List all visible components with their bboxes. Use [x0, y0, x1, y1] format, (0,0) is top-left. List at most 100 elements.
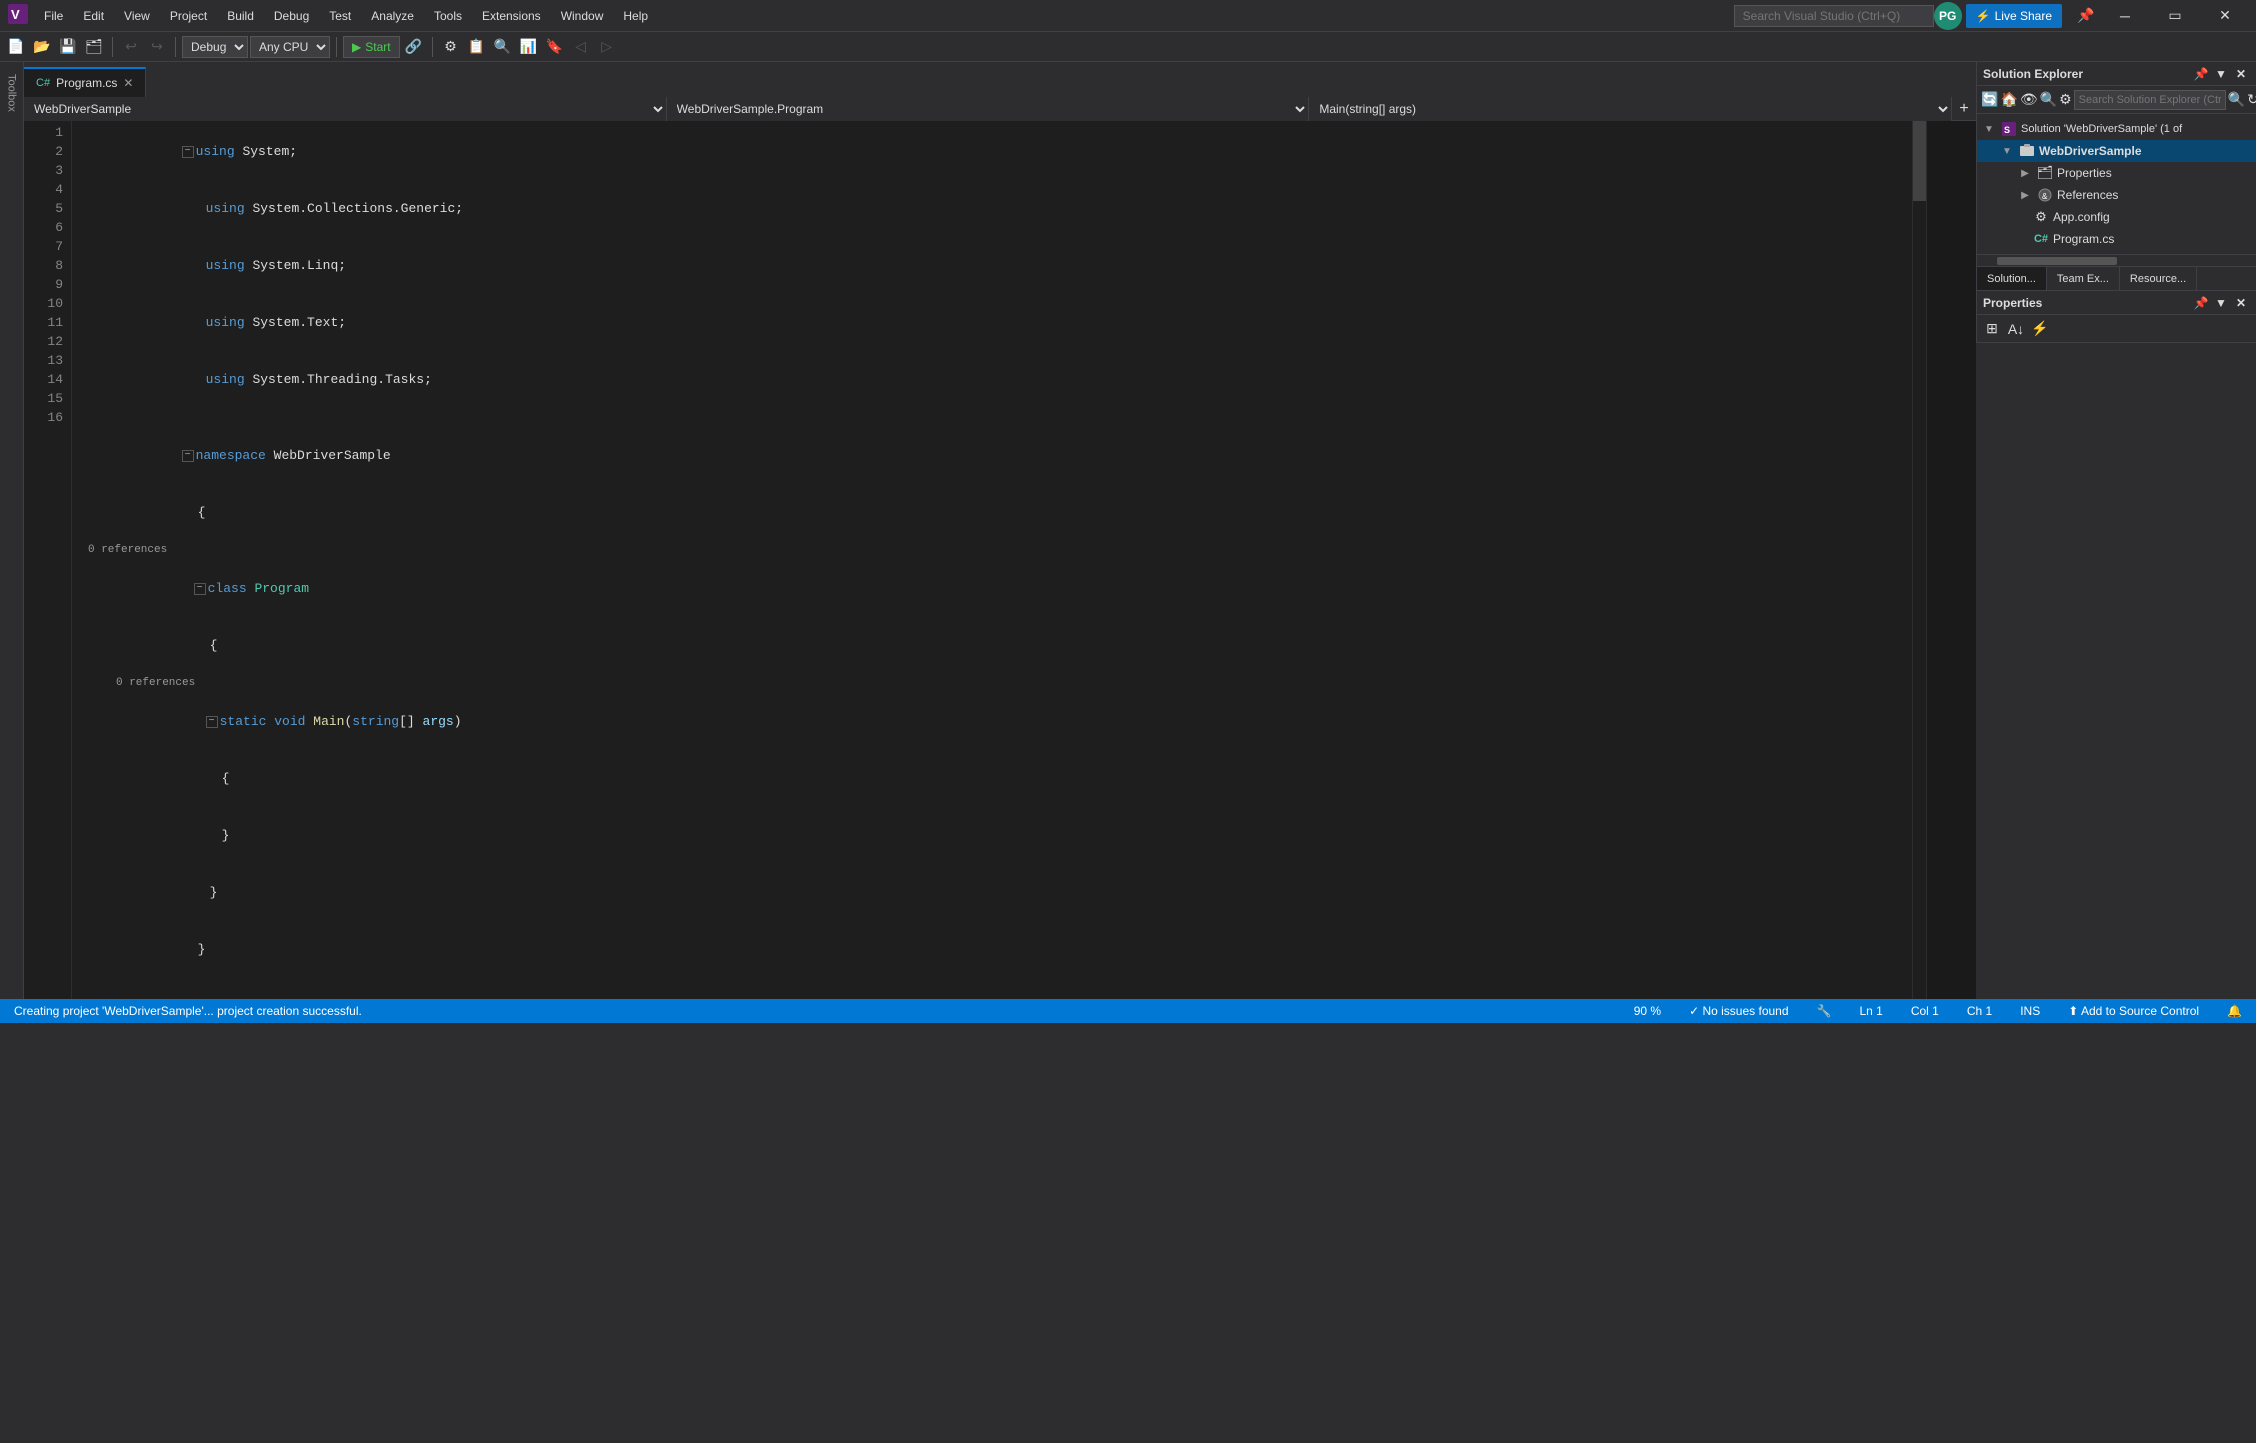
profile-avatar[interactable]: PG [1934, 2, 1962, 30]
editor-scrollbar[interactable] [1912, 121, 1926, 999]
attach-btn[interactable]: 🔗 [402, 35, 426, 59]
se-filter-btn[interactable]: 🔍 [2040, 88, 2057, 112]
redo-btn[interactable]: ↪ [145, 35, 169, 59]
collapse-7[interactable]: − [182, 450, 194, 462]
props-pin-btn[interactable]: 📌 [2192, 294, 2210, 312]
menu-window[interactable]: Window [551, 5, 614, 27]
menu-tools[interactable]: Tools [424, 5, 472, 27]
se-search-input[interactable] [2074, 90, 2226, 110]
collapse-9[interactable]: − [194, 583, 206, 595]
tree-item-project[interactable]: ▼ WebDriverSample [1977, 140, 2256, 162]
menu-debug[interactable]: Debug [264, 5, 319, 27]
props-alphabetical-btn[interactable]: A↓ [2005, 318, 2027, 340]
se-settings-btn[interactable]: ⚙ [2059, 88, 2072, 112]
nav-member-dropdown[interactable]: Main(string[] args) [1309, 97, 1952, 121]
tab-resources[interactable]: Resource... [2120, 267, 2197, 290]
save-btn[interactable]: 💾 [56, 35, 80, 59]
tab-solution[interactable]: Solution... [1977, 267, 2047, 290]
notification-icon[interactable]: 🔔 [2221, 1004, 2248, 1018]
issues-text: No issues found [1702, 1004, 1788, 1018]
ch-indicator[interactable]: Ch 1 [1961, 1004, 1998, 1018]
line-num-10: 10 [32, 294, 63, 313]
nav-add-button[interactable]: + [1952, 97, 1976, 121]
pin-button[interactable]: 📌 [2074, 4, 2098, 28]
code-line-7: −namespace WebDriverSample [88, 427, 1912, 484]
toolbar-btn-3[interactable]: 🔍 [491, 35, 515, 59]
toolbar-btn-4[interactable]: 📊 [517, 35, 541, 59]
se-dropdown-btn[interactable]: ▼ [2212, 65, 2230, 83]
menu-build[interactable]: Build [217, 5, 264, 27]
menu-test[interactable]: Test [319, 5, 361, 27]
tab-team-explorer[interactable]: Team Ex... [2047, 267, 2120, 290]
code-line-14: } [88, 864, 1912, 921]
no-issues: ✓ No issues found [1683, 1004, 1794, 1018]
toolbar-btn-2[interactable]: 📋 [465, 35, 489, 59]
props-dropdown-btn[interactable]: ▼ [2212, 294, 2230, 312]
tree-item-references[interactable]: ▶ & References [1977, 184, 2256, 206]
menu-edit[interactable]: Edit [73, 5, 114, 27]
expand-references[interactable]: ▶ [2017, 187, 2033, 203]
menu-analyze[interactable]: Analyze [361, 5, 424, 27]
nav-class-dropdown[interactable]: WebDriverSample.Program [667, 97, 1310, 121]
code-line-10: { [88, 617, 1912, 674]
close-button[interactable]: ✕ [2202, 0, 2248, 32]
program-cs-tab[interactable]: C# Program.cs ✕ [24, 67, 146, 97]
open-btn[interactable]: 📂 [30, 35, 54, 59]
debug-config-dropdown[interactable]: Debug [182, 36, 248, 58]
menu-file[interactable]: File [34, 5, 73, 27]
scrollbar-thumb [1913, 121, 1926, 201]
tab-close-btn[interactable]: ✕ [123, 76, 133, 90]
toolbar-btn-6[interactable]: ◁ [569, 35, 593, 59]
se-close-btn[interactable]: ✕ [2232, 65, 2250, 83]
zoom-level[interactable]: 90 % [1628, 1004, 1667, 1018]
expand-solution[interactable]: ▼ [1981, 121, 1997, 137]
se-show-all-btn[interactable]: 👁 [2020, 88, 2038, 112]
tree-item-solution[interactable]: ▼ S Solution 'WebDriverSample' (1 of [1977, 118, 2256, 140]
menu-extensions[interactable]: Extensions [472, 5, 551, 27]
title-search-input[interactable] [1734, 5, 1934, 27]
se-pin-btn[interactable]: 📌 [2192, 65, 2210, 83]
ln-indicator[interactable]: Ln 1 [1853, 1004, 1888, 1018]
toolbar-btn-1[interactable]: ⚙ [439, 35, 463, 59]
toolbox-label[interactable]: Toolbox [6, 74, 18, 112]
code-content[interactable]: −using System; using System.Collections.… [72, 121, 1912, 999]
tree-item-programcs[interactable]: C# Program.cs [1977, 228, 2256, 250]
start-button[interactable]: ▶ Start [343, 36, 400, 58]
add-source-control[interactable]: ⬆ Add to Source Control [2062, 1004, 2205, 1018]
se-hscroll[interactable] [1977, 254, 2256, 266]
props-close-btn[interactable]: ✕ [2232, 294, 2250, 312]
props-categorized-btn[interactable]: ⊞ [1981, 318, 2003, 340]
tree-item-properties[interactable]: ▶ 🗂 Properties [1977, 162, 2256, 184]
se-title: Solution Explorer [1983, 67, 2083, 81]
se-refresh2-btn[interactable]: ↻ [2247, 88, 2256, 112]
code-line-6 [88, 408, 1912, 427]
start-label: Start [365, 40, 390, 54]
menu-project[interactable]: Project [160, 5, 217, 27]
col-indicator[interactable]: Col 1 [1905, 1004, 1945, 1018]
se-home-btn[interactable]: 🏠 [2000, 88, 2017, 112]
maximize-button[interactable]: ▭ [2152, 0, 2198, 32]
se-search-icon-btn[interactable]: 🔍 [2228, 88, 2245, 112]
toolbar-btn-7[interactable]: ▷ [595, 35, 619, 59]
ins-indicator[interactable]: INS [2014, 1004, 2046, 1018]
minimize-button[interactable]: ─ [2102, 0, 2148, 32]
menu-view[interactable]: View [114, 5, 160, 27]
save-all-btn[interactable]: 🗂 [82, 35, 106, 59]
expand-project[interactable]: ▼ [1999, 143, 2015, 159]
errors-status[interactable]: 🔧 [1811, 1004, 1838, 1018]
platform-dropdown[interactable]: Any CPU [250, 36, 330, 58]
toolbar-btn-5[interactable]: 🔖 [543, 35, 567, 59]
collapse-11[interactable]: − [206, 716, 218, 728]
se-refresh-btn[interactable]: 🔄 [1981, 88, 1998, 112]
collapse-1[interactable]: − [182, 146, 194, 158]
nav-project-dropdown[interactable]: WebDriverSample [24, 97, 667, 121]
undo-btn[interactable]: ↩ [119, 35, 143, 59]
tree-item-appconfig[interactable]: ⚙ App.config [1977, 206, 2256, 228]
new-project-btn[interactable]: 📄 [4, 35, 28, 59]
menu-help[interactable]: Help [613, 5, 658, 27]
live-share-button[interactable]: ⚡ Live Share [1966, 4, 2062, 28]
expand-properties[interactable]: ▶ [2017, 165, 2033, 181]
props-events-btn[interactable]: ⚡ [2029, 318, 2051, 340]
status-right: 90 % ✓ No issues found 🔧 Ln 1 Col 1 Ch 1… [1628, 1004, 2248, 1018]
check-icon: ✓ [1689, 1004, 1699, 1018]
